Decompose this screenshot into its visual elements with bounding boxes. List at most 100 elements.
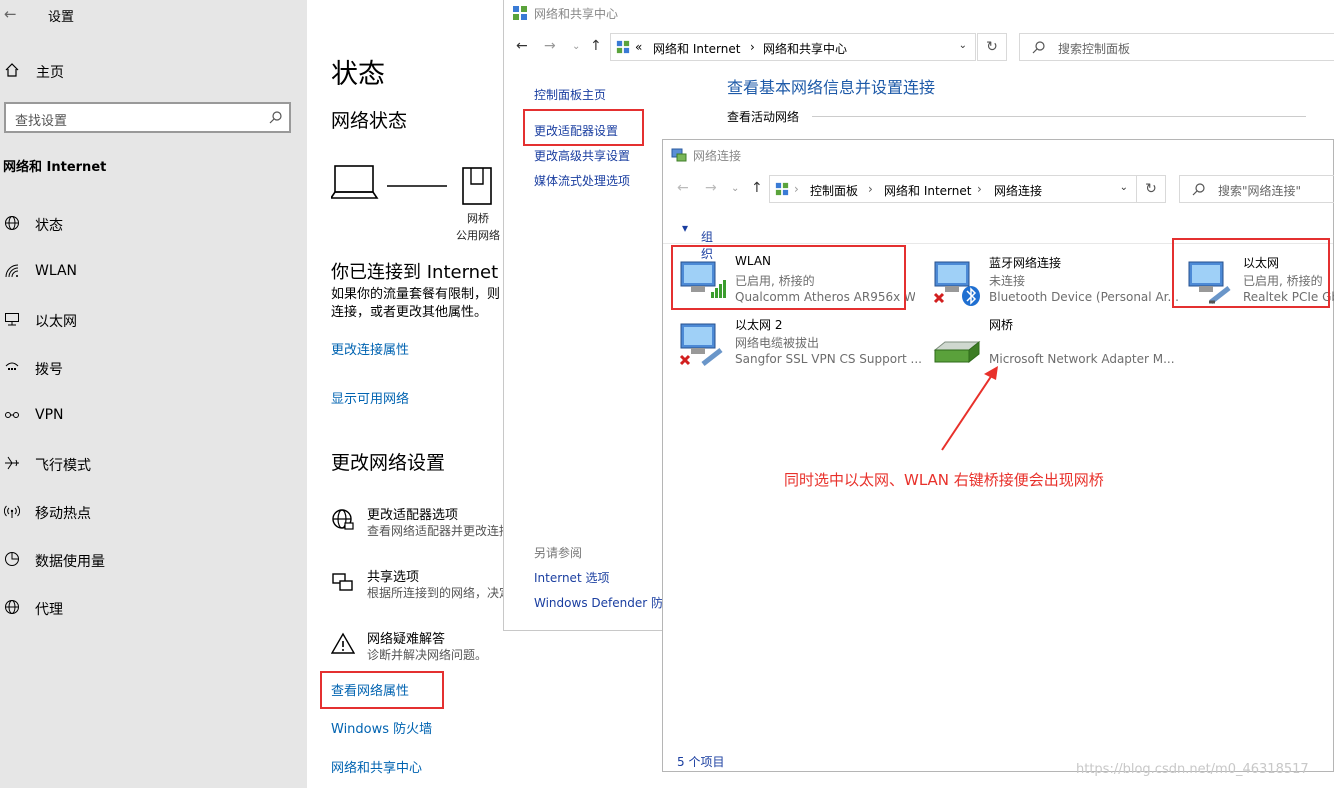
address-bar[interactable]: › 控制面板 › 网络和 Internet › 网络连接 ⌄ — [769, 175, 1137, 203]
chevron-down-icon[interactable]: ⌄ — [1120, 182, 1128, 193]
sidebar-item-label: 数据使用量 — [35, 554, 105, 570]
sidebar-item-label: 拨号 — [35, 362, 63, 378]
breadcrumb-control-panel[interactable]: 控制面板 — [810, 182, 858, 199]
connected-heading: 你已连接到 Internet — [331, 262, 499, 283]
search-placeholder: 搜索"网络连接" — [1218, 184, 1302, 198]
breadcrumb-network-internet[interactable]: 网络和 Internet — [653, 40, 740, 57]
navigation-bar: ← → ⌄ ↑ « 网络和 Internet › 网络和共享中心 ⌄ ↻ 搜索控… — [504, 32, 1334, 62]
up-arrow-icon[interactable]: ↑ — [590, 38, 602, 54]
sharing-icon — [332, 573, 353, 591]
back-arrow-icon[interactable]: ← — [677, 180, 689, 196]
sidebar-item-airplane[interactable]: 飞行模式 — [0, 448, 300, 478]
windows-firewall-link[interactable]: Windows 防火墙 — [331, 718, 432, 737]
network-sharing-center-link[interactable]: 网络和共享中心 — [331, 757, 422, 776]
option-description: 根据所连接到的网络，决定 — [367, 586, 507, 600]
sidebar-item-wlan[interactable]: WLAN — [0, 256, 300, 286]
back-arrow-icon[interactable]: ← — [516, 38, 528, 54]
sidebar-item-proxy[interactable]: 代理 — [0, 592, 300, 622]
settings-main-pane: 状态 网络状态 网桥 公用网络 你已连接到 Internet 如果你的流量套餐有… — [307, 0, 507, 788]
item-count: 5 个项目 — [677, 755, 725, 769]
highlight-box — [671, 245, 906, 310]
change-connection-properties-link[interactable]: 更改连接属性 — [331, 339, 409, 358]
connection-adapter: Microsoft Network Adapter M... — [989, 352, 1175, 366]
connection-adapter: Bluetooth Device (Personal Ar... — [989, 290, 1179, 304]
navigation-bar: ← → ⌄ ↑ › 控制面板 › 网络和 Internet › 网络连接 ⌄ ↻… — [663, 174, 1334, 204]
search-control-panel-input[interactable]: 搜索控制面板 — [1019, 33, 1334, 61]
title-bar: 网络连接 — [663, 142, 1333, 168]
forward-arrow-icon[interactable]: → — [544, 38, 556, 54]
watermark: https://blog.csdn.net/m0_46318517 — [1076, 762, 1309, 777]
search-placeholder: 搜索控制面板 — [1058, 42, 1131, 56]
breadcrumb-overflow[interactable]: « — [635, 40, 642, 54]
back-arrow-icon[interactable]: ← — [4, 4, 24, 24]
search-icon — [1032, 41, 1045, 54]
refresh-button[interactable]: ↻ — [977, 33, 1007, 61]
sharing-options[interactable]: 共享选项 根据所连接到的网络，决定 — [331, 566, 507, 606]
show-available-networks-link[interactable]: 显示可用网络 — [331, 388, 409, 407]
description-line: 如果你的流量套餐有限制，则 — [331, 287, 501, 302]
media-streaming-link[interactable]: 媒体流式处理选项 — [534, 172, 630, 189]
defender-firewall-link[interactable]: Windows Defender 防火墙 — [534, 594, 662, 611]
connection-status: 未连接 — [989, 274, 1026, 288]
sidebar-home-label: 主页 — [36, 65, 64, 81]
connection-item-ethernet-2[interactable]: 以太网 2 网络电缆被拔出 Sangfor SSL VPN CS Support… — [673, 314, 922, 372]
sidebar-item-hotspot[interactable]: 移动热点 — [0, 496, 300, 526]
chevron-down-icon[interactable]: ⌄ — [959, 40, 967, 51]
connected-description: 如果你的流量套餐有限制，则 连接，或者更改其他属性。 — [331, 286, 511, 322]
sidebar-home[interactable]: 主页 — [0, 58, 300, 84]
network-center-icon — [513, 6, 527, 20]
home-icon — [5, 63, 19, 77]
annotation-arrow — [941, 366, 998, 451]
network-troubleshooter[interactable]: 网络疑难解答 诊断并解决网络问题。 — [331, 628, 507, 668]
option-title: 网络疑难解答 — [367, 632, 446, 647]
breadcrumb-network-connections[interactable]: 网络连接 — [994, 182, 1042, 199]
wifi-icon — [5, 264, 19, 278]
sidebar-section-title: 网络和 Internet — [3, 160, 107, 175]
sidebar-item-label: 代理 — [35, 602, 63, 618]
breadcrumb-separator: › — [868, 182, 873, 196]
description-line: 连接，或者更改其他属性。 — [331, 305, 488, 320]
sidebar-item-ethernet[interactable]: 以太网 — [0, 304, 300, 334]
up-arrow-icon[interactable]: ↑ — [751, 180, 763, 196]
page-title: 状态 — [331, 59, 385, 90]
search-icon — [1192, 183, 1205, 196]
control-panel-home-link[interactable]: 控制面板主页 — [534, 86, 606, 103]
sidebar-item-data-usage[interactable]: 数据使用量 — [0, 544, 300, 574]
sidebar-item-status[interactable]: 状态 — [0, 208, 300, 238]
sidebar-item-label: 状态 — [35, 218, 63, 234]
change-advanced-sharing-link[interactable]: 更改高级共享设置 — [534, 147, 630, 164]
control-panel-icon — [616, 40, 630, 54]
settings-search-input[interactable]: 查找设置 — [4, 102, 291, 133]
refresh-button[interactable]: ↻ — [1136, 175, 1166, 203]
divider — [812, 116, 1306, 117]
forward-arrow-icon[interactable]: → — [705, 180, 717, 196]
internet-options-link[interactable]: Internet 选项 — [534, 569, 609, 586]
data-usage-icon — [5, 552, 19, 566]
breadcrumb-sharing-center[interactable]: 网络和共享中心 — [763, 40, 847, 57]
connection-name: 网桥 — [989, 318, 1014, 332]
connection-item-bluetooth[interactable]: 蓝牙网络连接 未连接 Bluetooth Device (Personal Ar… — [927, 252, 1179, 310]
settings-title: 设置 — [48, 10, 75, 25]
search-placeholder: 查找设置 — [15, 114, 68, 129]
globe-icon — [5, 216, 19, 230]
see-also-heading: 另请参阅 — [534, 546, 583, 560]
bridge-icon — [462, 167, 492, 205]
sidebar-item-dialup[interactable]: 拨号 — [0, 352, 300, 382]
airplane-icon — [5, 456, 19, 470]
breadcrumb-network-internet[interactable]: 网络和 Internet — [884, 182, 971, 199]
sidebar-item-label: 移动热点 — [35, 506, 91, 522]
highlight-box — [1172, 238, 1330, 308]
organize-menu[interactable]: 组织 ▾ — [682, 221, 713, 261]
sidebar-item-vpn[interactable]: VPN — [0, 400, 300, 430]
bridge-label: 网桥 — [467, 212, 489, 225]
highlight-box — [320, 671, 444, 709]
bluetooth-adapter-icon — [933, 261, 980, 306]
nsc-heading: 查看基本网络信息并设置连接 — [727, 78, 936, 97]
chevron-down-icon[interactable]: ⌄ — [731, 183, 739, 194]
connection-status: 网络电缆被拔出 — [735, 336, 820, 350]
address-bar[interactable]: « 网络和 Internet › 网络和共享中心 ⌄ — [610, 33, 976, 61]
change-adapter-options[interactable]: 更改适配器选项 查看网络适配器并更改连接 — [331, 504, 507, 544]
breadcrumb-separator: › — [794, 182, 799, 196]
search-connections-input[interactable]: 搜索"网络连接" — [1179, 175, 1334, 203]
chevron-down-icon[interactable]: ⌄ — [572, 41, 580, 52]
